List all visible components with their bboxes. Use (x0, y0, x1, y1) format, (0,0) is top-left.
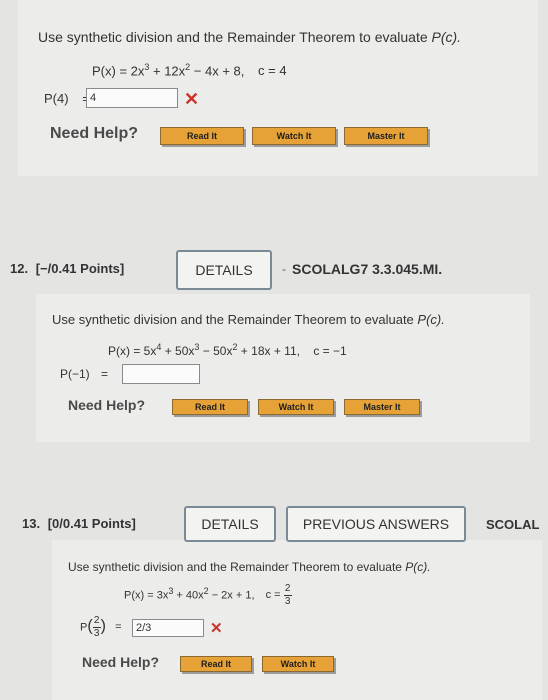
fraction-numerator: 2 (93, 615, 100, 626)
q11-poly-term: − 4x + 8, (190, 63, 245, 79)
q12-c-value: c = −1 (313, 344, 347, 358)
q12-p-of-c: P(−1) (60, 367, 90, 381)
read-it-button[interactable]: Read It (172, 399, 248, 415)
q13-poly-term: P(x) = 3x (124, 589, 169, 602)
q11-need-help: Need Help? (50, 125, 139, 142)
q11-prompt: Use synthetic division and the Remainder… (38, 29, 461, 45)
q12-answer-label: P(−1) = (60, 367, 108, 381)
incorrect-x-icon: ✕ (184, 89, 200, 109)
q12-header: 12. [−/0.41 Points] (10, 261, 124, 276)
q13-answer-input[interactable]: 2/3 (132, 619, 204, 637)
q11-polynomial: P(x) = 2x3 + 12x2 − 4x + 8, c = 4 (92, 62, 287, 78)
q13-equals: = (115, 621, 122, 634)
q12-polynomial: P(x) = 5x4 + 50x3 − 50x2 + 18x + 11, c =… (108, 342, 347, 358)
q13-need-help: Need Help? (82, 654, 160, 670)
q12-need-help: Need Help? (68, 397, 146, 413)
q11-poly-term: P(x) = 2x (92, 63, 145, 79)
master-it-button[interactable]: Master It (344, 127, 428, 145)
q12-poly-term: + 50x (161, 344, 195, 358)
q13-details-button[interactable]: DETAILS (184, 506, 276, 542)
watch-it-button[interactable]: Watch It (262, 656, 334, 672)
q13-c-fraction: 23 (283, 583, 292, 607)
q12-poly-term: + 18x + 11, (237, 344, 300, 358)
incorrect-x-icon: ✕ (210, 620, 223, 637)
q13-poly-term: − 2x + 1, (208, 589, 255, 602)
q11-prompt-func: P(c). (431, 29, 462, 45)
q13-arg-fraction: 23 (92, 615, 101, 639)
right-paren: ) (100, 617, 106, 635)
q11-prompt-text: Use synthetic division and the Remainder… (38, 29, 432, 45)
read-it-button[interactable]: Read It (180, 656, 252, 672)
q11-poly-term: + 12x (149, 63, 186, 79)
q12-prompt-text: Use synthetic division and the Remainder… (52, 312, 418, 327)
q13-assignment-code: SCOLAL (486, 517, 540, 532)
q12-prompt-func: P(c). (417, 312, 445, 327)
q12-assignment-code: SCOLALG7 3.3.045.MI. (292, 261, 443, 277)
q12-poly-term: P(x) = 5x (108, 344, 157, 358)
q12-poly-term: − 50x (199, 344, 233, 358)
q13-number: 13. (22, 516, 41, 531)
fraction-denominator: 3 (93, 628, 100, 639)
q13-prompt: Use synthetic division and the Remainder… (68, 560, 431, 574)
q13-c-label: c = (265, 589, 281, 602)
q12-code-separator: - (282, 262, 286, 276)
q13-polynomial: P(x) = 3x 3 + 40x 2 − 2x + 1, c = 23 (124, 584, 292, 607)
q12-answer-input[interactable] (122, 364, 200, 384)
q12-details-button[interactable]: DETAILS (176, 250, 272, 290)
fraction-numerator: 2 (284, 583, 291, 594)
q12-prompt: Use synthetic division and the Remainder… (52, 312, 445, 327)
watch-it-button[interactable]: Watch It (252, 127, 336, 145)
q11-answer-label: P(4) = (44, 91, 90, 106)
q12-points: [−/0.41 Points] (35, 261, 125, 276)
q11-c-value: c = 4 (258, 63, 287, 79)
q13-prompt-func: P(c). (405, 560, 431, 574)
q11-answer-input[interactable]: 4 (86, 88, 178, 108)
q13-prompt-text: Use synthetic division and the Remainder… (68, 560, 406, 574)
q13-answer-label: P(2 3) = (80, 616, 122, 639)
q12-number: 12. (10, 261, 29, 276)
master-it-button[interactable]: Master It (344, 399, 420, 415)
read-it-button[interactable]: Read It (160, 127, 244, 145)
watch-it-button[interactable]: Watch It (258, 399, 334, 415)
q13-previous-answers-button[interactable]: PREVIOUS ANSWERS (286, 506, 466, 542)
q13-poly-term: + 40x (173, 589, 204, 602)
q13-points: [0/0.41 Points] (47, 516, 136, 531)
q13-header: 13. [0/0.41 Points] (22, 516, 136, 531)
q12-equals: = (101, 367, 109, 381)
fraction-denominator: 3 (284, 596, 291, 607)
q11-p-of-c: P(4) (44, 91, 69, 106)
